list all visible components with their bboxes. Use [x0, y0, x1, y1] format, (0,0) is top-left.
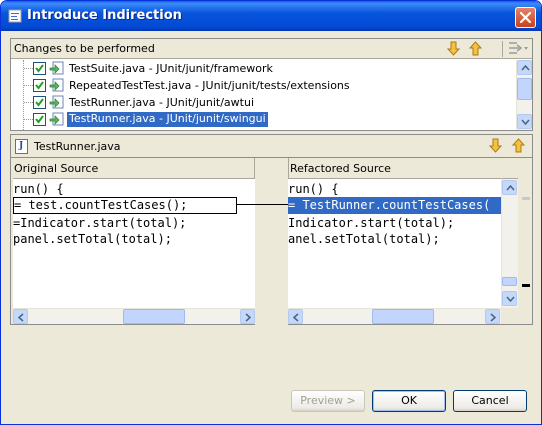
file-name: TestRunner.java	[34, 140, 121, 153]
app-icon	[8, 9, 22, 23]
java-change-icon	[49, 112, 64, 126]
overview-ruler-mark[interactable]	[522, 197, 530, 200]
scroll-up-button[interactable]	[517, 60, 532, 75]
java-change-icon	[49, 61, 64, 75]
item-checkbox[interactable]	[33, 79, 46, 92]
scroll-thumb[interactable]	[517, 78, 532, 100]
compare-viewer: Original Source Refactored Source run() …	[10, 158, 533, 325]
checkmark-icon	[35, 98, 44, 107]
toolbar-separator	[502, 41, 503, 57]
chevron-down-icon	[521, 119, 530, 125]
code-line: =Indicator.start(total);	[13, 216, 187, 230]
file-header: J TestRunner.java	[10, 134, 533, 158]
scroll-thumb[interactable]	[372, 309, 434, 324]
code-line: run() {	[13, 182, 64, 196]
java-change-icon	[49, 78, 64, 92]
tree-item-label: TestRunner.java - JUnit/junit/awtui	[69, 96, 255, 109]
tree-item-label: RepeatedTestTest.java - JUnit/junit/test…	[69, 79, 350, 92]
code-line-changed: = test.countTestCases();	[13, 197, 237, 214]
next-change-arrow-down-icon[interactable]	[445, 40, 463, 58]
chevron-up-icon	[521, 65, 530, 71]
chevron-down-icon	[506, 296, 515, 302]
overview-ruler-mark[interactable]	[522, 284, 530, 287]
code-line: run() {	[288, 182, 339, 196]
window-title: Introduce Indirection	[27, 8, 182, 23]
previous-difference-arrow-up-icon[interactable]	[510, 137, 528, 155]
changes-panel: Changes to be performed TestSuite.java -…	[10, 38, 533, 131]
scroll-thumb[interactable]	[123, 309, 185, 324]
next-difference-arrow-down-icon[interactable]	[487, 137, 505, 155]
code-line: panel.setTotal(total);	[13, 232, 172, 246]
changes-tree: TestSuite.java - JUnit/junit/framework R…	[11, 60, 516, 130]
checkmark-icon	[35, 64, 44, 73]
ok-button[interactable]: OK	[372, 390, 446, 412]
tree-item[interactable]: TestSuite.java - JUnit/junit/framework	[11, 60, 516, 77]
tree-item[interactable]: RepeatedTestTest.java - JUnit/junit/test…	[11, 77, 516, 94]
original-horizontal-scrollbar[interactable]	[13, 308, 255, 324]
chevron-right-icon	[490, 313, 496, 322]
refactored-source-title: Refactored Source	[290, 162, 391, 175]
close-button[interactable]	[515, 7, 536, 28]
java-file-icon: J	[15, 139, 28, 154]
code-line-changed: = TestRunner.countTestCases(	[288, 197, 501, 214]
changes-label: Changes to be performed	[14, 42, 155, 55]
chevron-left-icon	[293, 313, 299, 322]
chevron-up-icon	[506, 185, 515, 191]
refactored-source-editor[interactable]: run() { = TestRunner.countTestCases( Ind…	[288, 178, 501, 308]
cancel-button[interactable]: Cancel	[453, 390, 527, 412]
chevron-left-icon	[18, 313, 24, 322]
close-icon	[519, 11, 532, 24]
dialog-window: Introduce Indirection Changes to be perf…	[0, 0, 542, 425]
diff-connector-line	[237, 204, 289, 205]
changes-vertical-scrollbar[interactable]	[516, 60, 532, 130]
scroll-thumb[interactable]	[502, 277, 517, 286]
refactored-horizontal-scrollbar[interactable]	[288, 308, 501, 324]
scroll-left-button[interactable]	[288, 309, 303, 324]
original-source-editor[interactable]: run() { = test.countTestCases(); =Indica…	[13, 178, 255, 308]
scroll-down-button[interactable]	[502, 291, 517, 306]
item-checkbox[interactable]	[33, 96, 46, 109]
changes-header: Changes to be performed	[11, 39, 532, 59]
scroll-right-button[interactable]	[485, 309, 500, 324]
java-change-icon	[49, 95, 64, 109]
item-checkbox[interactable]	[33, 113, 46, 126]
previous-change-arrow-up-icon[interactable]	[467, 40, 485, 58]
code-line: anel.setTotal(total);	[288, 232, 440, 246]
preview-button[interactable]: Preview >	[291, 390, 365, 412]
tree-item-selected[interactable]: TestRunner.java - JUnit/junit/swingui	[11, 111, 516, 128]
original-source-title: Original Source	[14, 162, 99, 175]
tree-item-label: TestSuite.java - JUnit/junit/framework	[69, 62, 273, 75]
title-bar[interactable]: Introduce Indirection	[1, 1, 541, 31]
tree-item-label: TestRunner.java - JUnit/junit/swingui	[67, 112, 268, 127]
tree-item[interactable]: TestRunner.java - JUnit/junit/awtui	[11, 94, 516, 111]
refactored-vertical-scrollbar[interactable]	[501, 178, 518, 308]
scroll-right-button[interactable]	[240, 309, 255, 324]
scroll-up-button[interactable]	[502, 180, 517, 195]
diff-connector-area	[255, 178, 288, 325]
checkmark-icon	[35, 115, 44, 124]
item-checkbox[interactable]	[33, 62, 46, 75]
scroll-left-button[interactable]	[13, 309, 28, 324]
chevron-right-icon	[245, 313, 251, 322]
code-line: Indicator.start(total);	[288, 216, 455, 230]
scroll-down-button[interactable]	[517, 114, 532, 129]
filter-menu-icon[interactable]	[507, 40, 529, 58]
checkmark-icon	[35, 81, 44, 90]
